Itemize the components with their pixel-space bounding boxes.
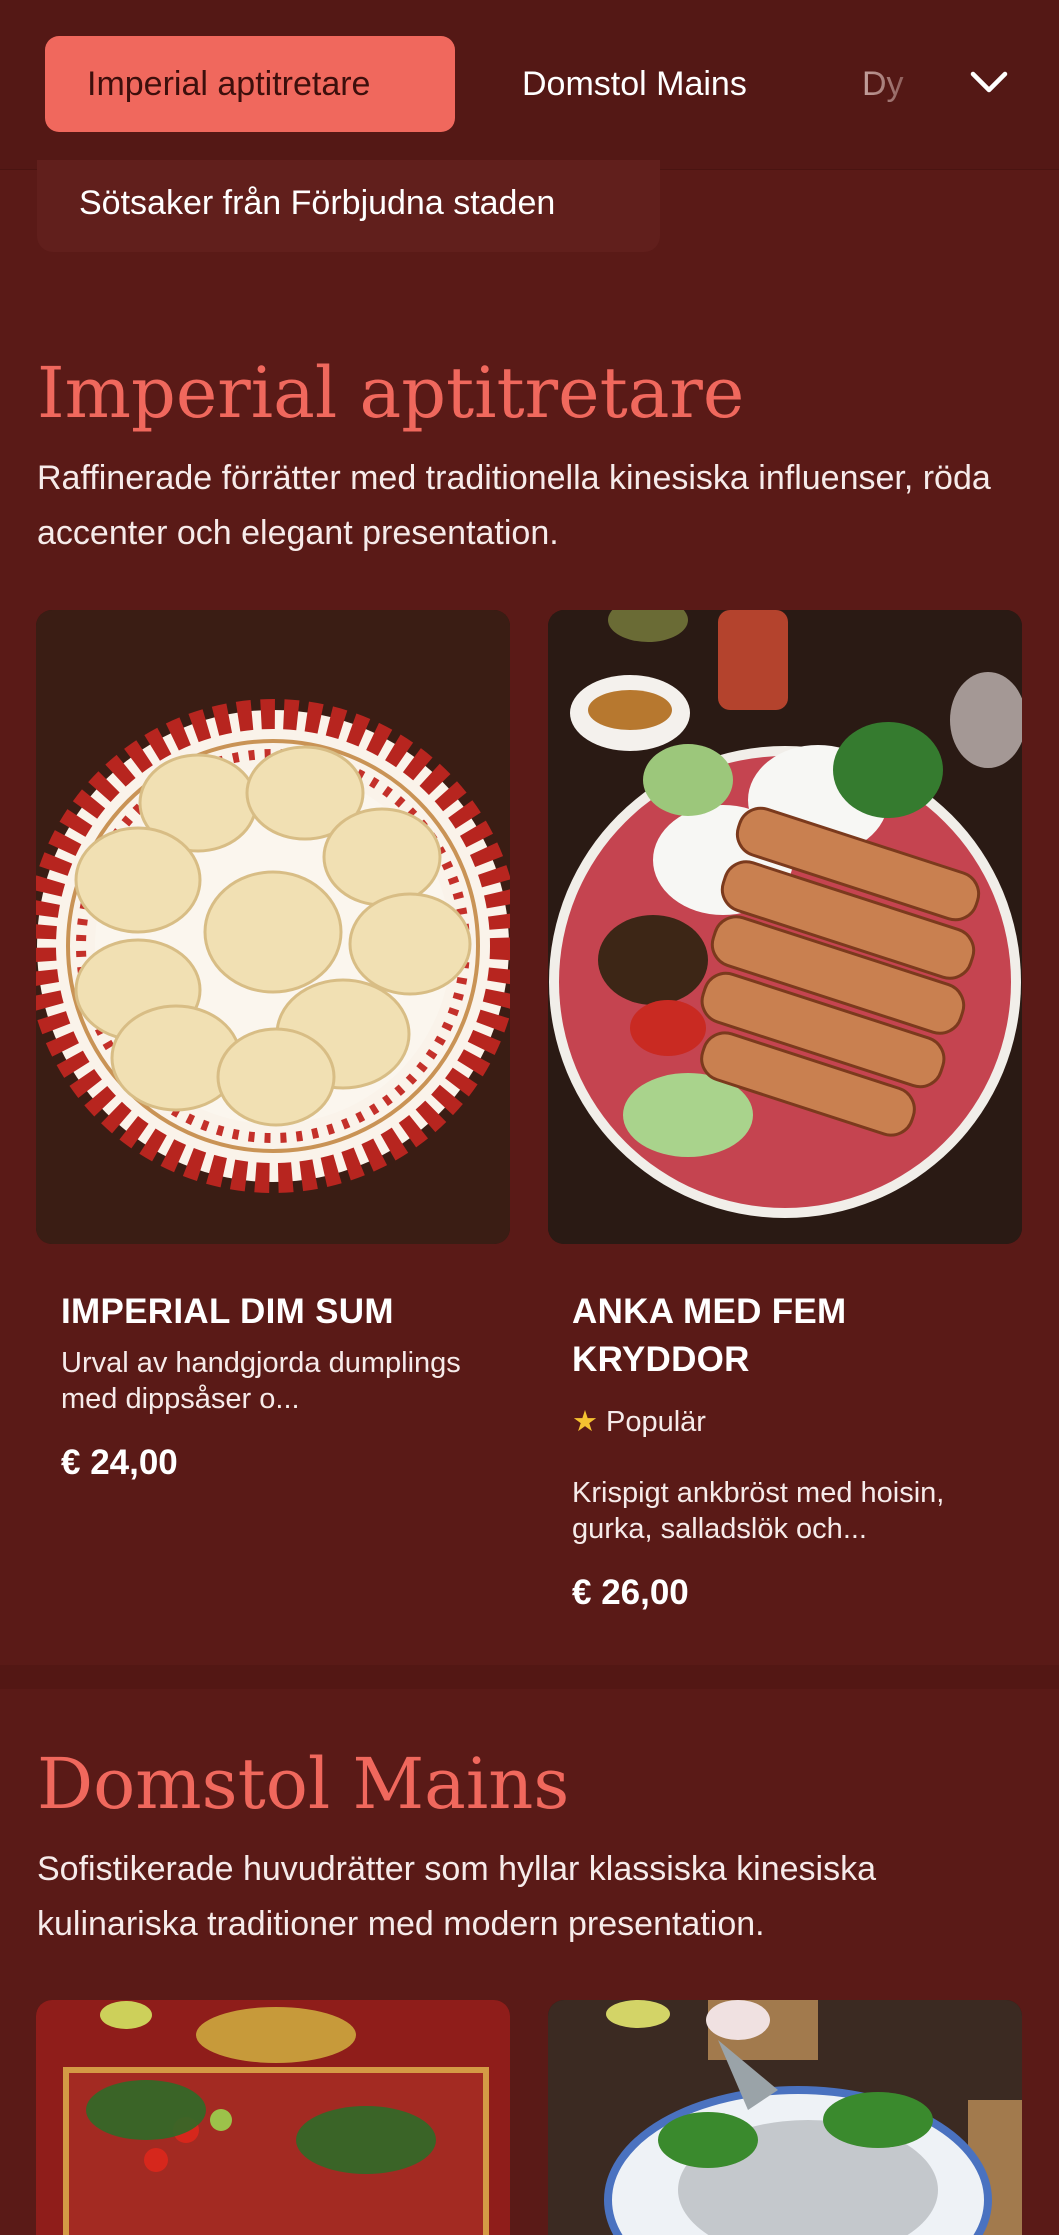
- star-icon: ★: [572, 1406, 598, 1438]
- section-description: Raffinerade förrätter med traditionella …: [37, 459, 991, 552]
- dish-name: IMPERIAL DIM SUM: [61, 1292, 394, 1331]
- dish-description: Krispigt ankbröst med hoisin, gurka, sal…: [572, 1477, 945, 1545]
- dish-image-duck[interactable]: [548, 610, 1022, 1244]
- section-title: Domstol Mains: [37, 1743, 570, 1825]
- section-divider: [0, 1665, 1059, 1689]
- popular-badge: ★ Populär: [572, 1404, 706, 1439]
- dish-name: ANKA MED FEM KRYDDOR: [572, 1292, 847, 1379]
- chevron-down-icon[interactable]: [967, 60, 1011, 104]
- nav-fade: [859, 0, 1059, 169]
- section-title: Imperial aptitretare: [37, 352, 745, 434]
- section-description: Sofistikerade huvudrätter som hyllar kla…: [37, 1850, 877, 1943]
- dish-image-steamed-fish[interactable]: [548, 2000, 1022, 2235]
- dish-price: € 24,00: [61, 1443, 178, 1482]
- dish-image-dim-sum[interactable]: [36, 610, 510, 1244]
- tab-imperial-aptitretare[interactable]: Imperial aptitretare: [45, 36, 455, 132]
- dish-image-festive-platter[interactable]: [36, 2000, 510, 2235]
- tab-domstol-mains[interactable]: Domstol Mains: [480, 36, 789, 132]
- dish-price: € 26,00: [572, 1573, 689, 1612]
- tab-sotsaker[interactable]: Sötsaker från Förbjudna staden: [37, 160, 660, 252]
- dish-description: Urval av handgjorda dumplings med dippså…: [61, 1347, 461, 1415]
- badge-label: Populär: [606, 1406, 706, 1438]
- category-nav: Imperial aptitretare Domstol Mains Dy: [0, 0, 1059, 170]
